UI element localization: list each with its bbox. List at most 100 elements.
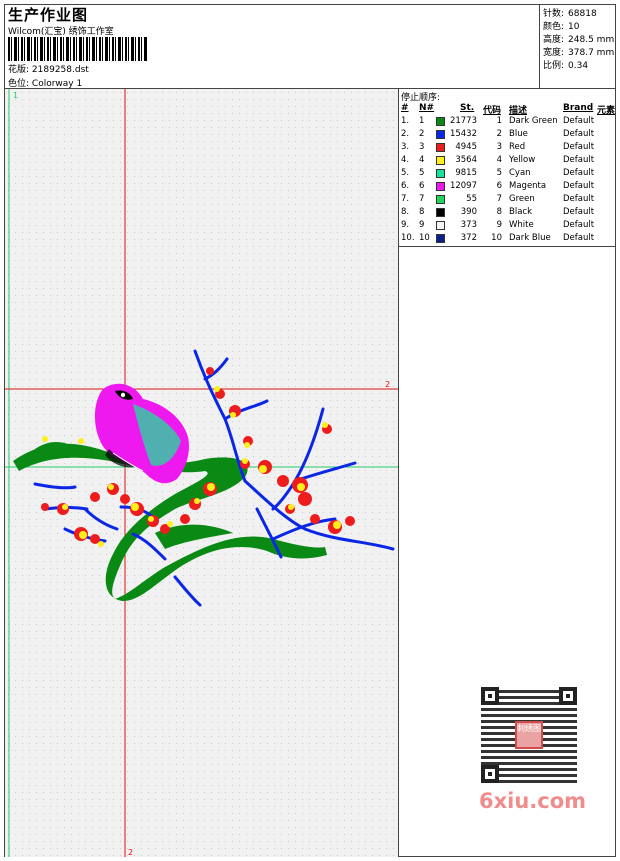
design-file-line: 花版: 2189258.dst	[8, 62, 89, 75]
thread-brand: Default	[563, 142, 595, 152]
sequence-row: 7. 7 55 7 Green Default	[399, 193, 616, 206]
color-code: 5	[496, 168, 502, 178]
panel-divider	[399, 246, 616, 247]
row-index: 4.	[401, 155, 410, 165]
row-index: 7.	[401, 194, 410, 204]
row-index: 1.	[401, 116, 410, 126]
thread-brand: Default	[563, 116, 595, 126]
page-title: 生产作业图	[8, 6, 89, 24]
stat-width: 宽度: 378.7 mm	[543, 45, 614, 58]
stat-label: 针数:	[543, 9, 565, 19]
stat-value: 248.5 mm	[568, 35, 615, 45]
color-description: Cyan	[509, 168, 531, 178]
studio-name: Wilcom(汇宝) 绣饰工作室	[8, 27, 114, 37]
col-header-stitches: St.	[460, 103, 475, 113]
needle-number: 4	[419, 155, 425, 165]
row-index: 2.	[401, 129, 410, 139]
stat-scale: 比例: 0.34	[543, 58, 588, 71]
stat-colors: 颜色: 10	[543, 19, 580, 32]
stat-label: 颜色:	[543, 22, 565, 32]
sequence-row: 1. 1 21773 1 Dark Green Default	[399, 115, 616, 128]
stat-label: 比例:	[543, 61, 565, 71]
stitch-count: 12097	[449, 181, 477, 191]
thread-brand: Default	[563, 155, 595, 165]
design-file: 2189258.dst	[31, 65, 89, 75]
qr-finder	[559, 687, 577, 705]
design-canvas[interactable]: 1 2 2	[5, 89, 399, 857]
stitch-count: 390	[460, 207, 477, 217]
color-code: 2	[496, 129, 502, 139]
color-code: 9	[496, 220, 502, 230]
color-description: Dark Green	[509, 116, 558, 126]
color-description: Yellow	[509, 155, 536, 165]
sequence-row: 2. 2 15432 2 Blue Default	[399, 128, 616, 141]
watermark: 刺绣图 6xiu.com	[471, 681, 589, 821]
color-code: 4	[496, 155, 502, 165]
color-swatch	[436, 234, 445, 243]
color-description: Green	[509, 194, 535, 204]
color-code: 10	[491, 233, 502, 243]
col-header-no: N#	[419, 103, 435, 113]
stitch-count: 4945	[455, 142, 477, 152]
colorway-value: Colorway 1	[31, 79, 83, 89]
row-index: 5.	[401, 168, 410, 178]
watermark-text: 6xiu.com	[479, 789, 587, 813]
stat-value: 0.34	[568, 61, 589, 71]
color-description: Black	[509, 207, 532, 217]
embroidery-preview: 1 2 2	[5, 89, 398, 857]
color-swatch	[436, 156, 445, 165]
color-swatch	[436, 208, 445, 217]
bird-artwork	[94, 383, 189, 484]
thread-brand: Default	[563, 181, 595, 191]
stitch-count: 3564	[455, 155, 477, 165]
color-swatch	[436, 169, 445, 178]
row-index: 9.	[401, 220, 410, 230]
color-swatch	[436, 130, 445, 139]
color-description: Magenta	[509, 181, 547, 191]
thread-brand: Default	[563, 207, 595, 217]
thread-brand: Default	[563, 194, 595, 204]
color-swatch	[436, 143, 445, 152]
marker-top: 1	[13, 91, 18, 100]
seal-stamp: 刺绣图	[515, 721, 543, 749]
thread-brand: Default	[563, 220, 595, 230]
color-swatch	[436, 221, 445, 230]
needle-number: 10	[419, 233, 430, 243]
color-swatch	[436, 182, 445, 191]
sequence-row: 8. 8 390 8 Black Default	[399, 206, 616, 219]
sequence-row: 5. 5 9815 5 Cyan Default	[399, 167, 616, 180]
stat-value: 10	[568, 22, 580, 32]
col-header-brand: Brand	[563, 103, 594, 113]
color-description: Dark Blue	[509, 233, 551, 243]
color-code: 1	[496, 116, 502, 126]
color-description: Red	[509, 142, 526, 152]
colorway-label: 色位:	[8, 79, 30, 89]
sequence-row: 4. 4 3564 4 Yellow Default	[399, 154, 616, 167]
color-code: 7	[496, 194, 502, 204]
row-index: 6.	[401, 181, 410, 191]
color-description: White	[509, 220, 534, 230]
sequence-title: 停止顺序:	[401, 93, 441, 103]
marker-bottom: 2	[128, 848, 133, 857]
needle-number: 1	[419, 116, 425, 126]
needle-number: 5	[419, 168, 425, 178]
thread-brand: Default	[563, 168, 595, 178]
stat-label: 高度:	[543, 35, 565, 45]
row-index: 10.	[401, 233, 415, 243]
needle-number: 2	[419, 129, 425, 139]
qr-finder	[481, 765, 499, 783]
sequence-row: 3. 3 4945 3 Red Default	[399, 141, 616, 154]
row-index: 3.	[401, 142, 410, 152]
row-index: 8.	[401, 207, 410, 217]
header-info: 生产作业图 Wilcom(汇宝) 绣饰工作室 花版: 2189258.dst 色…	[5, 5, 540, 89]
design-label: 花版:	[8, 65, 30, 75]
color-code: 6	[496, 181, 502, 191]
needle-number: 8	[419, 207, 425, 217]
stitch-count: 55	[466, 194, 477, 204]
col-header-num: #	[401, 103, 409, 113]
needle-number: 6	[419, 181, 425, 191]
color-description: Blue	[509, 129, 528, 139]
stat-stitches: 针数: 68818	[543, 6, 597, 19]
qr-code: 刺绣图	[481, 687, 577, 783]
stitch-count: 15432	[449, 129, 477, 139]
